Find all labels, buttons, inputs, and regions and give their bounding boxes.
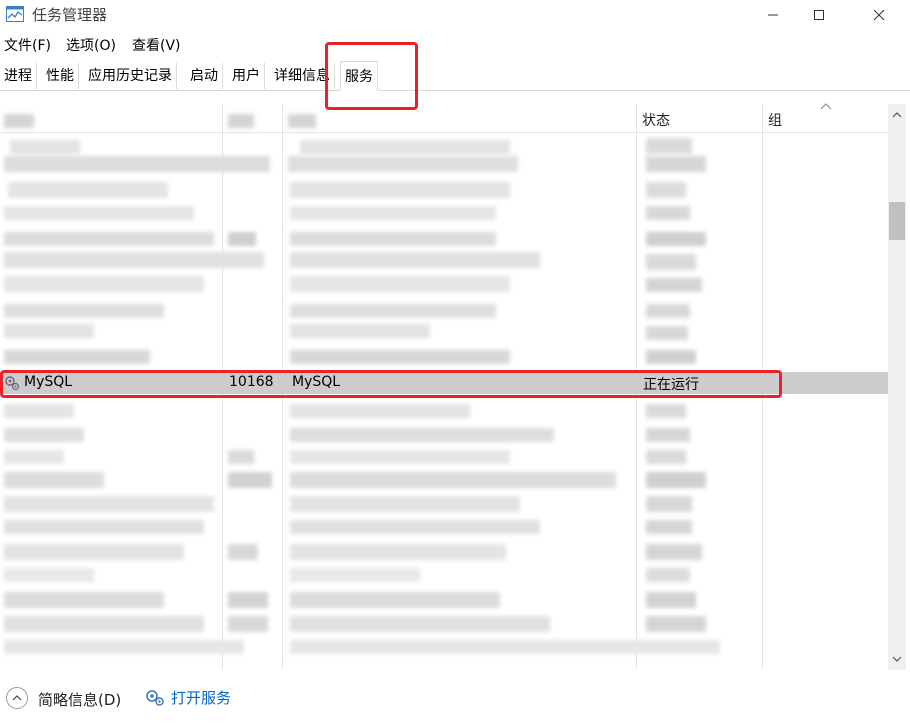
minimize-icon [768,14,778,16]
column-group[interactable]: 组 [768,110,782,130]
menu-file[interactable]: 文件(F) [4,35,51,55]
scroll-up-button[interactable] [888,106,906,124]
table-row-mysql[interactable]: MySQL 10168 MySQL 正在运行 [0,372,888,394]
menu-options[interactable]: 选项(O) [66,35,116,55]
fewer-details-button[interactable] [6,687,28,709]
task-manager-icon [6,6,24,22]
column-status[interactable]: 状态 [642,110,670,130]
services-table: 状态 组 MySQL 10168 MySQL 正在运行 [0,102,910,670]
close-icon [873,9,885,21]
minimize-button[interactable] [750,0,796,30]
maximize-button[interactable] [796,0,842,30]
title-bar: 任务管理器 [0,0,910,30]
tab-users[interactable]: 用户 [228,63,265,89]
open-services-link[interactable]: 打开服务 [145,687,231,708]
scrollbar-thumb[interactable] [889,202,905,240]
service-name: MySQL [24,374,73,390]
chevron-down-icon [892,656,902,662]
chevron-up-icon [892,112,902,118]
services-gear-icon [146,689,164,706]
tab-details[interactable]: 详细信息 [270,63,335,89]
footer-bar: 简略信息(D) 打开服务 [0,674,910,726]
service-gear-icon [5,376,20,391]
scroll-down-button[interactable] [888,650,906,668]
maximize-icon [814,10,824,20]
close-button[interactable] [856,0,902,30]
tab-performance[interactable]: 性能 [42,63,79,89]
sort-ascending-icon[interactable] [820,102,832,110]
service-description: MySQL [292,374,341,390]
service-pid: 10168 [229,374,274,390]
service-status: 正在运行 [643,377,699,393]
tab-bar: 进程 性能 应用历史记录 启动 用户 详细信息 服务 [0,61,910,91]
chevron-up-icon [12,695,22,701]
tab-startup[interactable]: 启动 [186,63,223,89]
tab-app-history[interactable]: 应用历史记录 [84,63,177,89]
table-header: 状态 组 [0,102,888,133]
tab-services[interactable]: 服务 [340,61,378,91]
window-title: 任务管理器 [32,6,108,24]
open-services-label: 打开服务 [171,689,232,707]
menu-view[interactable]: 查看(V) [132,35,181,55]
vertical-scrollbar[interactable] [888,104,906,670]
fewer-details-label[interactable]: 简略信息(D) [38,689,121,710]
tab-processes[interactable]: 进程 [0,63,37,89]
